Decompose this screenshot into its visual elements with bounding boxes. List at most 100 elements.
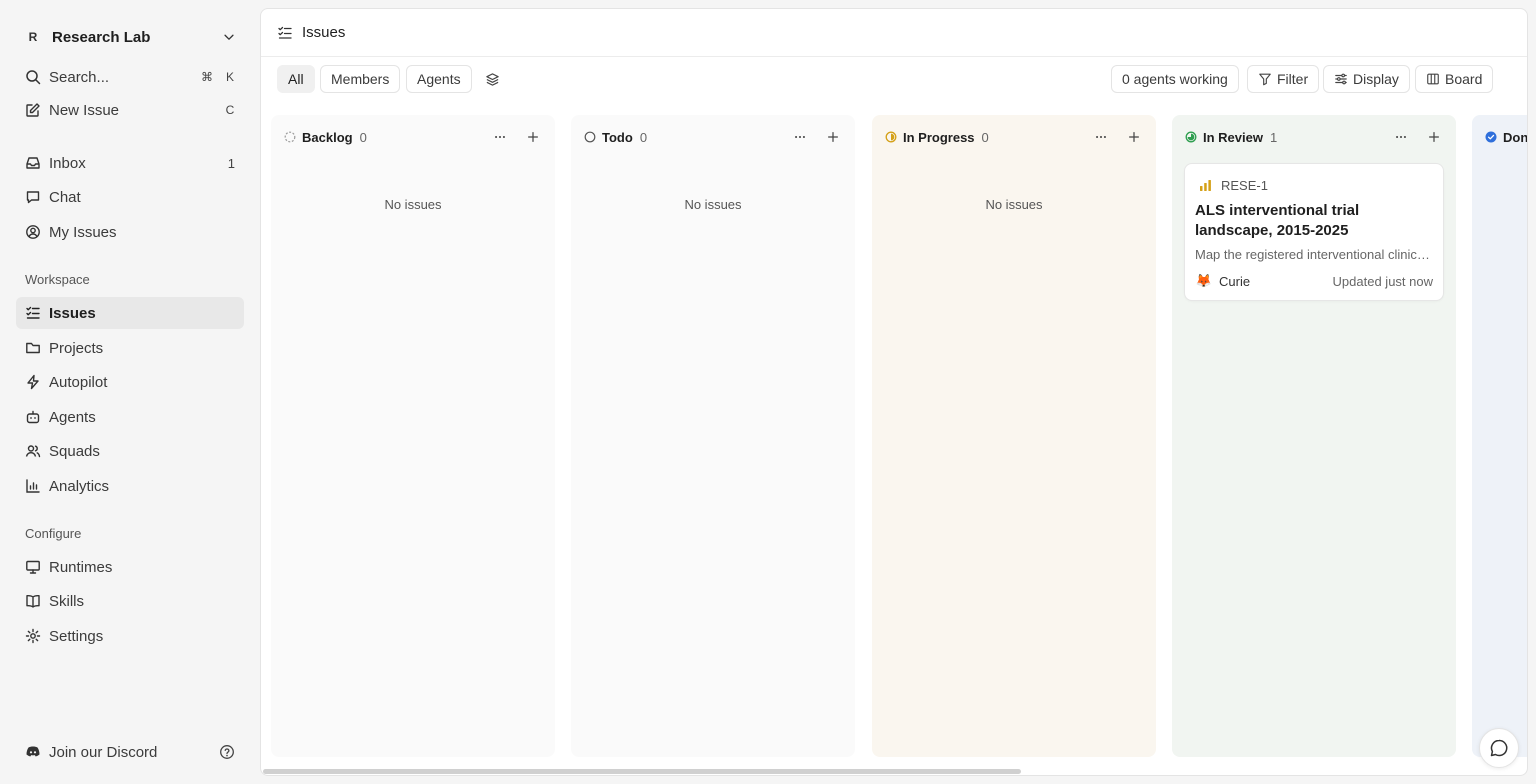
columns-icon [1426, 72, 1440, 86]
skills-label: Skills [49, 592, 85, 610]
in-progress-status-icon [885, 131, 897, 143]
gear-icon [25, 628, 41, 644]
sidebar: R Research Lab Search... ⌘ K New Issue C… [0, 0, 260, 784]
shortcut-key: K [225, 70, 234, 84]
sidebar-item-my-issues[interactable]: My Issues [16, 216, 244, 248]
chat-fab-button[interactable] [1479, 728, 1519, 768]
inbox-icon [25, 155, 41, 171]
workspace-section-label: Workspace [25, 272, 90, 287]
column-in-review: In Review 1 RESE-1 ALS interventional tr… [1172, 115, 1456, 757]
plus-icon[interactable] [1422, 125, 1446, 149]
more-icon[interactable] [1389, 125, 1413, 149]
column-done: Done [1472, 115, 1527, 757]
column-todo: Todo 0 No issues [571, 115, 855, 757]
column-header: In Review 1 [1172, 115, 1456, 159]
shortcut-mod: ⌘ [201, 70, 213, 84]
monitor-icon [25, 559, 41, 575]
agents-working-status[interactable]: 0 agents working [1111, 65, 1239, 93]
filter-label: Filter [1277, 71, 1309, 87]
sidebar-item-analytics[interactable]: Analytics [16, 470, 244, 502]
column-title: Backlog [302, 129, 353, 145]
display-label: Display [1353, 71, 1399, 87]
inbox-label: Inbox [49, 154, 86, 172]
board-view-button[interactable]: Board [1415, 65, 1494, 93]
column-count: 0 [981, 129, 989, 145]
more-icon[interactable] [1089, 125, 1113, 149]
sidebar-item-skills[interactable]: Skills [16, 585, 244, 617]
configure-section-label: Configure [25, 526, 82, 541]
squads-label: Squads [49, 442, 100, 460]
join-discord-link[interactable]: Join our Discord [16, 736, 244, 768]
autopilot-label: Autopilot [49, 373, 108, 391]
issue-description: Map the registered interventional clinic… [1195, 247, 1433, 262]
issue-title: ALS interventional trial landscape, 2015… [1195, 202, 1360, 239]
edit-icon [25, 102, 41, 118]
workspace-switcher[interactable]: R Research Lab [16, 22, 244, 52]
issue-card[interactable]: RESE-1 ALS interventional trial landscap… [1184, 163, 1444, 301]
horizontal-scrollbar[interactable] [263, 769, 1021, 774]
book-icon [25, 593, 41, 609]
user-circle-icon [25, 224, 41, 240]
column-title: In Progress [903, 129, 975, 145]
priority-bars-icon [1199, 179, 1212, 192]
column-header: In Progress 0 [872, 115, 1156, 159]
folder-icon [25, 340, 41, 356]
sidebar-item-issues[interactable]: Issues [16, 297, 244, 329]
main-panel: Issues All Members Agents 0 agents worki… [260, 8, 1528, 776]
done-status-icon [1485, 131, 1497, 143]
plus-icon[interactable] [821, 125, 845, 149]
kanban-board: Backlog 0 No issues Todo 0 No issues In … [261, 115, 1527, 757]
bar-chart-icon [25, 478, 41, 494]
column-header: Done [1472, 115, 1527, 159]
page-header: Issues [261, 9, 1527, 57]
new-issue-button[interactable]: New Issue C [16, 94, 244, 126]
more-icon[interactable] [788, 125, 812, 149]
board-label: Board [1445, 71, 1483, 87]
plus-icon[interactable] [521, 125, 545, 149]
sidebar-item-chat[interactable]: Chat [16, 181, 244, 213]
plus-icon[interactable] [1122, 125, 1146, 149]
sidebar-item-projects[interactable]: Projects [16, 332, 244, 364]
discord-label: Join our Discord [49, 743, 158, 761]
search-label: Search... [49, 68, 110, 86]
inbox-count: 1 [227, 155, 235, 171]
my-issues-label: My Issues [49, 223, 117, 241]
card-id-row: RESE-1 [1195, 176, 1433, 194]
sidebar-item-settings[interactable]: Settings [16, 620, 244, 652]
bot-icon [25, 409, 41, 425]
new-issue-shortcut: C [225, 103, 235, 117]
sidebar-item-inbox[interactable]: Inbox 1 [16, 147, 244, 179]
layers-button[interactable] [478, 65, 507, 93]
sidebar-item-agents[interactable]: Agents [16, 401, 244, 433]
search-button[interactable]: Search... ⌘ K [16, 61, 244, 93]
tab-agents[interactable]: Agents [406, 65, 472, 93]
filter-button[interactable]: Filter [1247, 65, 1320, 93]
filter-icon [1258, 72, 1272, 86]
column-count: 0 [639, 129, 648, 145]
sidebar-item-runtimes[interactable]: Runtimes [16, 551, 244, 583]
column-count: 1 [1269, 129, 1278, 145]
column-backlog: Backlog 0 No issues [271, 115, 555, 757]
empty-state: No issues [684, 197, 742, 212]
workspace-name: Research Lab [52, 28, 151, 46]
search-icon [25, 69, 41, 85]
chat-bubble-icon [1489, 738, 1509, 758]
tab-members[interactable]: Members [320, 65, 401, 93]
todo-status-icon [584, 131, 596, 143]
more-icon[interactable] [488, 125, 512, 149]
empty-state: No issues [384, 197, 442, 212]
chevron-down-icon [222, 30, 236, 44]
chat-label: Chat [49, 188, 81, 206]
settings-label: Settings [49, 627, 104, 645]
tab-all[interactable]: All [277, 65, 315, 93]
column-header: Backlog 0 [271, 115, 555, 159]
issue-id: RESE-1 [1221, 177, 1268, 193]
help-circle-icon[interactable] [219, 744, 235, 760]
discord-icon [25, 744, 41, 760]
bolt-icon [25, 374, 41, 390]
sidebar-item-squads[interactable]: Squads [16, 435, 244, 467]
column-title: In Review [1203, 129, 1263, 145]
display-button[interactable]: Display [1323, 65, 1410, 93]
in-review-status-icon [1185, 131, 1197, 143]
sidebar-item-autopilot[interactable]: Autopilot [16, 366, 244, 398]
